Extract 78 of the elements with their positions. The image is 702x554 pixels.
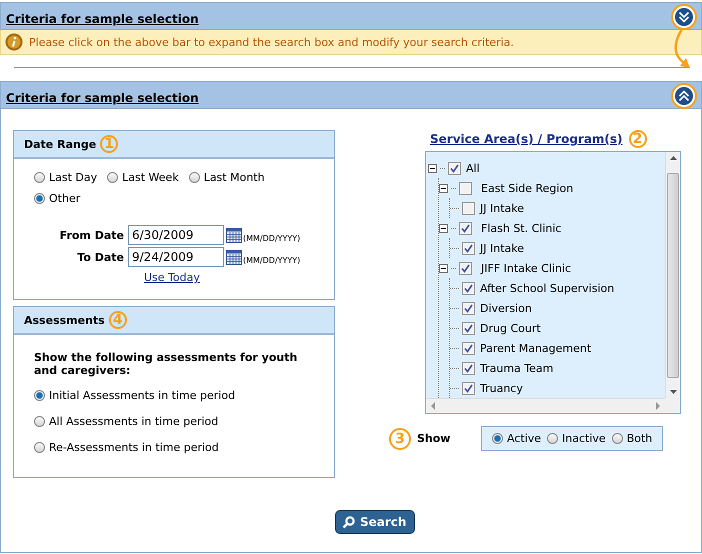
show-label: Show (417, 432, 452, 445)
radio-label[interactable]: Re-Assessments in time period (49, 441, 219, 454)
calendar-icon[interactable] (226, 250, 242, 264)
tree-item-label[interactable]: Diversion (480, 302, 532, 314)
tree-item-label[interactable]: JIFF Intake Clinic (481, 262, 572, 274)
assessments-prompt: Show the following assessments for youth and caregivers: (33, 350, 298, 377)
checkbox[interactable] (448, 162, 461, 174)
step-number: 3 (389, 428, 411, 450)
expanded-header-bar[interactable]: Criteria for sample selection (0, 81, 702, 109)
radio-button[interactable] (547, 433, 558, 444)
radio-button[interactable] (34, 172, 45, 183)
radio-label[interactable]: Last Week (122, 171, 179, 184)
checkbox[interactable] (462, 282, 475, 294)
radio-label[interactable]: Last Month (204, 171, 265, 184)
tree-item-label[interactable]: JJ Intake (480, 202, 524, 214)
search-button[interactable]: Search (335, 510, 416, 534)
collapse-button[interactable] (671, 83, 697, 109)
checkbox[interactable] (459, 182, 472, 194)
radio-button[interactable] (612, 433, 623, 444)
collapsed-header-bar[interactable]: Criteria for sample selection (0, 2, 702, 30)
tree-item-label[interactable]: Drug Court (480, 322, 541, 334)
scrollbar-thumb[interactable] (667, 172, 679, 378)
tree-item-label[interactable]: Truancy (480, 382, 523, 394)
radio-button[interactable] (107, 172, 118, 183)
tree-item-label[interactable]: JJ Intake (480, 242, 524, 254)
checkbox[interactable] (459, 222, 472, 234)
tree-item-label[interactable]: Parent Management (480, 342, 592, 354)
checkbox[interactable] (462, 202, 475, 214)
checkbox[interactable] (462, 342, 475, 354)
tree-item-label[interactable]: East Side Region (481, 182, 574, 194)
field-label: To Date (76, 250, 125, 264)
radio-label[interactable]: Other (49, 192, 80, 205)
collapse-icon[interactable] (439, 224, 448, 232)
calendar-icon[interactable] (226, 228, 242, 242)
radio-label[interactable]: Initial Assessments in time period (49, 389, 236, 402)
checkbox[interactable] (462, 362, 475, 374)
format-hint: (MM/DD/YYYY) (243, 256, 300, 264)
box-title: Date Range (24, 138, 96, 150)
search-icon (342, 515, 356, 529)
box-title: Assessments (24, 314, 105, 326)
tree-item-label[interactable]: Trauma Team (480, 362, 554, 374)
field-label: From Date (58, 228, 125, 242)
service-area-link[interactable]: Service Area(s) / Program(s) (430, 132, 623, 146)
radio-button[interactable] (34, 442, 45, 453)
tree-item-label[interactable]: All (466, 162, 480, 174)
vertical-scrollbar[interactable] (665, 152, 680, 398)
section-title-link[interactable]: Criteria for sample selection (6, 85, 199, 105)
info-message: Please click on the above bar to expand the search box and modify your search criteria. (29, 36, 514, 48)
radio-button[interactable] (34, 390, 45, 401)
section-title-link[interactable]: Criteria for sample selection (6, 6, 199, 26)
collapse-icon[interactable] (428, 164, 437, 172)
checkbox[interactable] (459, 262, 472, 274)
radio-label[interactable]: Both (626, 432, 652, 445)
format-hint: (MM/DD/YYYY) (243, 234, 300, 242)
date-input[interactable]: 9/24/2009 (128, 247, 224, 267)
info-icon (5, 33, 23, 51)
use-today-link[interactable]: Use Today (144, 271, 334, 284)
checkbox[interactable] (462, 302, 475, 314)
radio-button[interactable] (492, 433, 503, 444)
radio-label[interactable]: Last Day (49, 171, 98, 184)
expand-button[interactable] (671, 4, 697, 30)
checkbox[interactable] (462, 382, 475, 394)
radio-button[interactable] (34, 416, 45, 427)
step-number: 1 (100, 135, 118, 153)
radio-button[interactable] (188, 172, 200, 183)
step-number: 2 (628, 130, 647, 148)
radio-button[interactable] (34, 193, 45, 204)
date-input[interactable]: 6/30/2009 (128, 225, 224, 245)
collapse-icon[interactable] (439, 264, 448, 272)
radio-label[interactable]: Inactive (562, 432, 606, 445)
step-number: 4 (108, 311, 127, 329)
checkbox[interactable] (462, 242, 475, 254)
collapse-icon[interactable] (439, 184, 448, 192)
radio-label[interactable]: All Assessments in time period (49, 415, 218, 428)
checkbox[interactable] (462, 322, 475, 334)
tree-item-label[interactable]: After School Supervision (480, 282, 614, 294)
tree-item-label[interactable]: Flash St. Clinic (481, 222, 562, 234)
radio-label[interactable]: Active (507, 432, 542, 445)
